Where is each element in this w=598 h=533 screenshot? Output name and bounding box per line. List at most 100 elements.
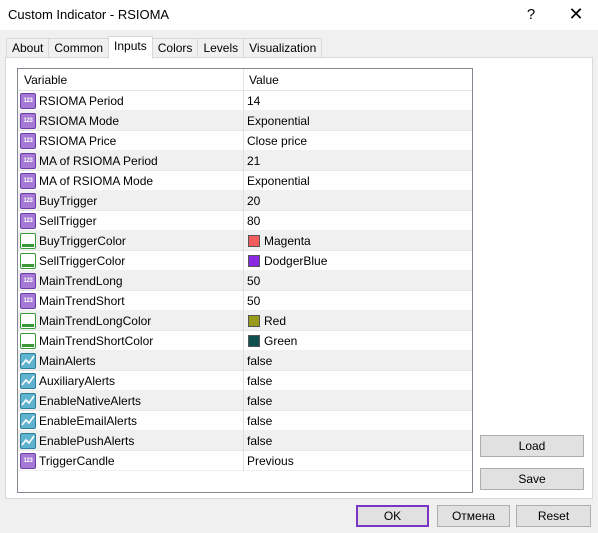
int-icon: 123	[20, 193, 36, 209]
cell-divider	[243, 191, 244, 211]
table-row[interactable]: 123 BuyTrigger 20	[18, 191, 472, 211]
table-row[interactable]: 123 RSIOMA Mode Exponential	[18, 111, 472, 131]
table-row[interactable]: EnableEmailAlerts false	[18, 411, 472, 431]
variable-name: MA of RSIOMA Mode	[39, 174, 154, 188]
variable-value[interactable]: false	[247, 354, 272, 368]
load-button[interactable]: Load	[480, 435, 584, 457]
cell-divider	[243, 311, 244, 331]
bool-icon	[20, 413, 36, 429]
variable-value[interactable]: 50	[247, 274, 260, 288]
variable-name: EnableEmailAlerts	[39, 414, 138, 428]
variable-value[interactable]: 80	[247, 214, 260, 228]
variable-name: MainTrendShort	[39, 294, 125, 308]
variable-value[interactable]: 50	[247, 294, 260, 308]
variable-value[interactable]: false	[247, 394, 272, 408]
int-icon: 123	[20, 153, 36, 169]
tab-common[interactable]: Common	[48, 38, 110, 58]
tab-visualization[interactable]: Visualization	[243, 38, 323, 58]
variable-name: TriggerCandle	[39, 454, 115, 468]
cell-divider	[243, 391, 244, 411]
variable-name: RSIOMA Price	[39, 134, 117, 148]
variable-name: BuyTriggerColor	[39, 234, 126, 248]
bool-icon	[20, 393, 36, 409]
table-row[interactable]: MainAlerts false	[18, 351, 472, 371]
variable-name: MainAlerts	[39, 354, 96, 368]
table-row[interactable]: 123 SellTrigger 80	[18, 211, 472, 231]
cell-divider	[243, 271, 244, 291]
variable-value[interactable]: false	[247, 374, 272, 388]
cell-divider	[243, 451, 244, 471]
bool-icon	[20, 373, 36, 389]
table-row[interactable]: 123 RSIOMA Period 14	[18, 91, 472, 111]
tab-colors[interactable]: Colors	[151, 38, 199, 58]
cell-divider	[243, 231, 244, 251]
help-button[interactable]: ?	[516, 2, 546, 26]
variable-value[interactable]: Green	[264, 334, 297, 348]
variable-name: BuyTrigger	[39, 194, 98, 208]
cell-divider	[243, 171, 244, 191]
variable-value[interactable]: false	[247, 414, 272, 428]
table-row[interactable]: 123 TriggerCandle Previous	[18, 451, 472, 471]
color-icon	[20, 253, 36, 269]
variable-name: MainTrendShortColor	[39, 334, 154, 348]
table-row[interactable]: 123 MA of RSIOMA Mode Exponential	[18, 171, 472, 191]
variable-value[interactable]: 14	[247, 94, 260, 108]
table-row[interactable]: 123 MainTrendShort 50	[18, 291, 472, 311]
color-swatch[interactable]	[248, 315, 260, 327]
table-row[interactable]: EnableNativeAlerts false	[18, 391, 472, 411]
table-row[interactable]: BuyTriggerColor Magenta	[18, 231, 472, 251]
table-row[interactable]: SellTriggerColor DodgerBlue	[18, 251, 472, 271]
ok-button[interactable]: OK	[356, 505, 429, 527]
int-icon: 123	[20, 273, 36, 289]
tab-about[interactable]: About	[6, 38, 50, 58]
color-icon	[20, 233, 36, 249]
color-swatch[interactable]	[248, 235, 260, 247]
column-divider[interactable]	[243, 69, 244, 91]
variable-name: MainTrendLongColor	[39, 314, 152, 328]
tab-bar: About Common Inputs Colors Levels Visual…	[6, 36, 323, 59]
table-row[interactable]: EnablePushAlerts false	[18, 431, 472, 451]
cell-divider	[243, 431, 244, 451]
variable-value[interactable]: Magenta	[264, 234, 311, 248]
variable-name: MA of RSIOMA Period	[39, 154, 158, 168]
table-row[interactable]: 123 MainTrendLong 50	[18, 271, 472, 291]
title-bar: Custom Indicator - RSIOMA ? ✕	[0, 0, 598, 30]
table-row[interactable]: AuxiliaryAlerts false	[18, 371, 472, 391]
variable-name: MainTrendLong	[39, 274, 123, 288]
close-button[interactable]: ✕	[561, 2, 591, 26]
enum-icon: 123	[20, 453, 36, 469]
window-title: Custom Indicator - RSIOMA	[8, 7, 170, 22]
variable-value[interactable]: Exponential	[247, 114, 310, 128]
variable-value[interactable]: Exponential	[247, 174, 310, 188]
variable-value[interactable]: 21	[247, 154, 260, 168]
variable-value[interactable]: Previous	[247, 454, 294, 468]
color-icon	[20, 333, 36, 349]
table-row[interactable]: 123 MA of RSIOMA Period 21	[18, 151, 472, 171]
tab-inputs[interactable]: Inputs	[108, 36, 153, 59]
variable-name: RSIOMA Mode	[39, 114, 120, 128]
cell-divider	[243, 251, 244, 271]
enum-icon: 123	[20, 133, 36, 149]
table-row[interactable]: 123 RSIOMA Price Close price	[18, 131, 472, 151]
variable-value[interactable]: 20	[247, 194, 260, 208]
variable-value[interactable]: DodgerBlue	[264, 254, 327, 268]
variable-value[interactable]: false	[247, 434, 272, 448]
cell-divider	[243, 91, 244, 111]
column-header-variable[interactable]: Variable	[24, 73, 67, 87]
variable-name: SellTriggerColor	[39, 254, 126, 268]
tab-levels[interactable]: Levels	[197, 38, 245, 58]
cell-divider	[243, 351, 244, 371]
cell-divider	[243, 291, 244, 311]
variable-value[interactable]: Red	[264, 314, 286, 328]
color-swatch[interactable]	[248, 335, 260, 347]
save-button[interactable]: Save	[480, 468, 584, 490]
table-row[interactable]: MainTrendLongColor Red	[18, 311, 472, 331]
cancel-button[interactable]: Отмена	[437, 505, 510, 527]
column-header-value[interactable]: Value	[249, 73, 279, 87]
cell-divider	[243, 211, 244, 231]
int-icon: 123	[20, 93, 36, 109]
variable-value[interactable]: Close price	[247, 134, 307, 148]
color-swatch[interactable]	[248, 255, 260, 267]
reset-button[interactable]: Reset	[516, 505, 591, 527]
table-row[interactable]: MainTrendShortColor Green	[18, 331, 472, 351]
